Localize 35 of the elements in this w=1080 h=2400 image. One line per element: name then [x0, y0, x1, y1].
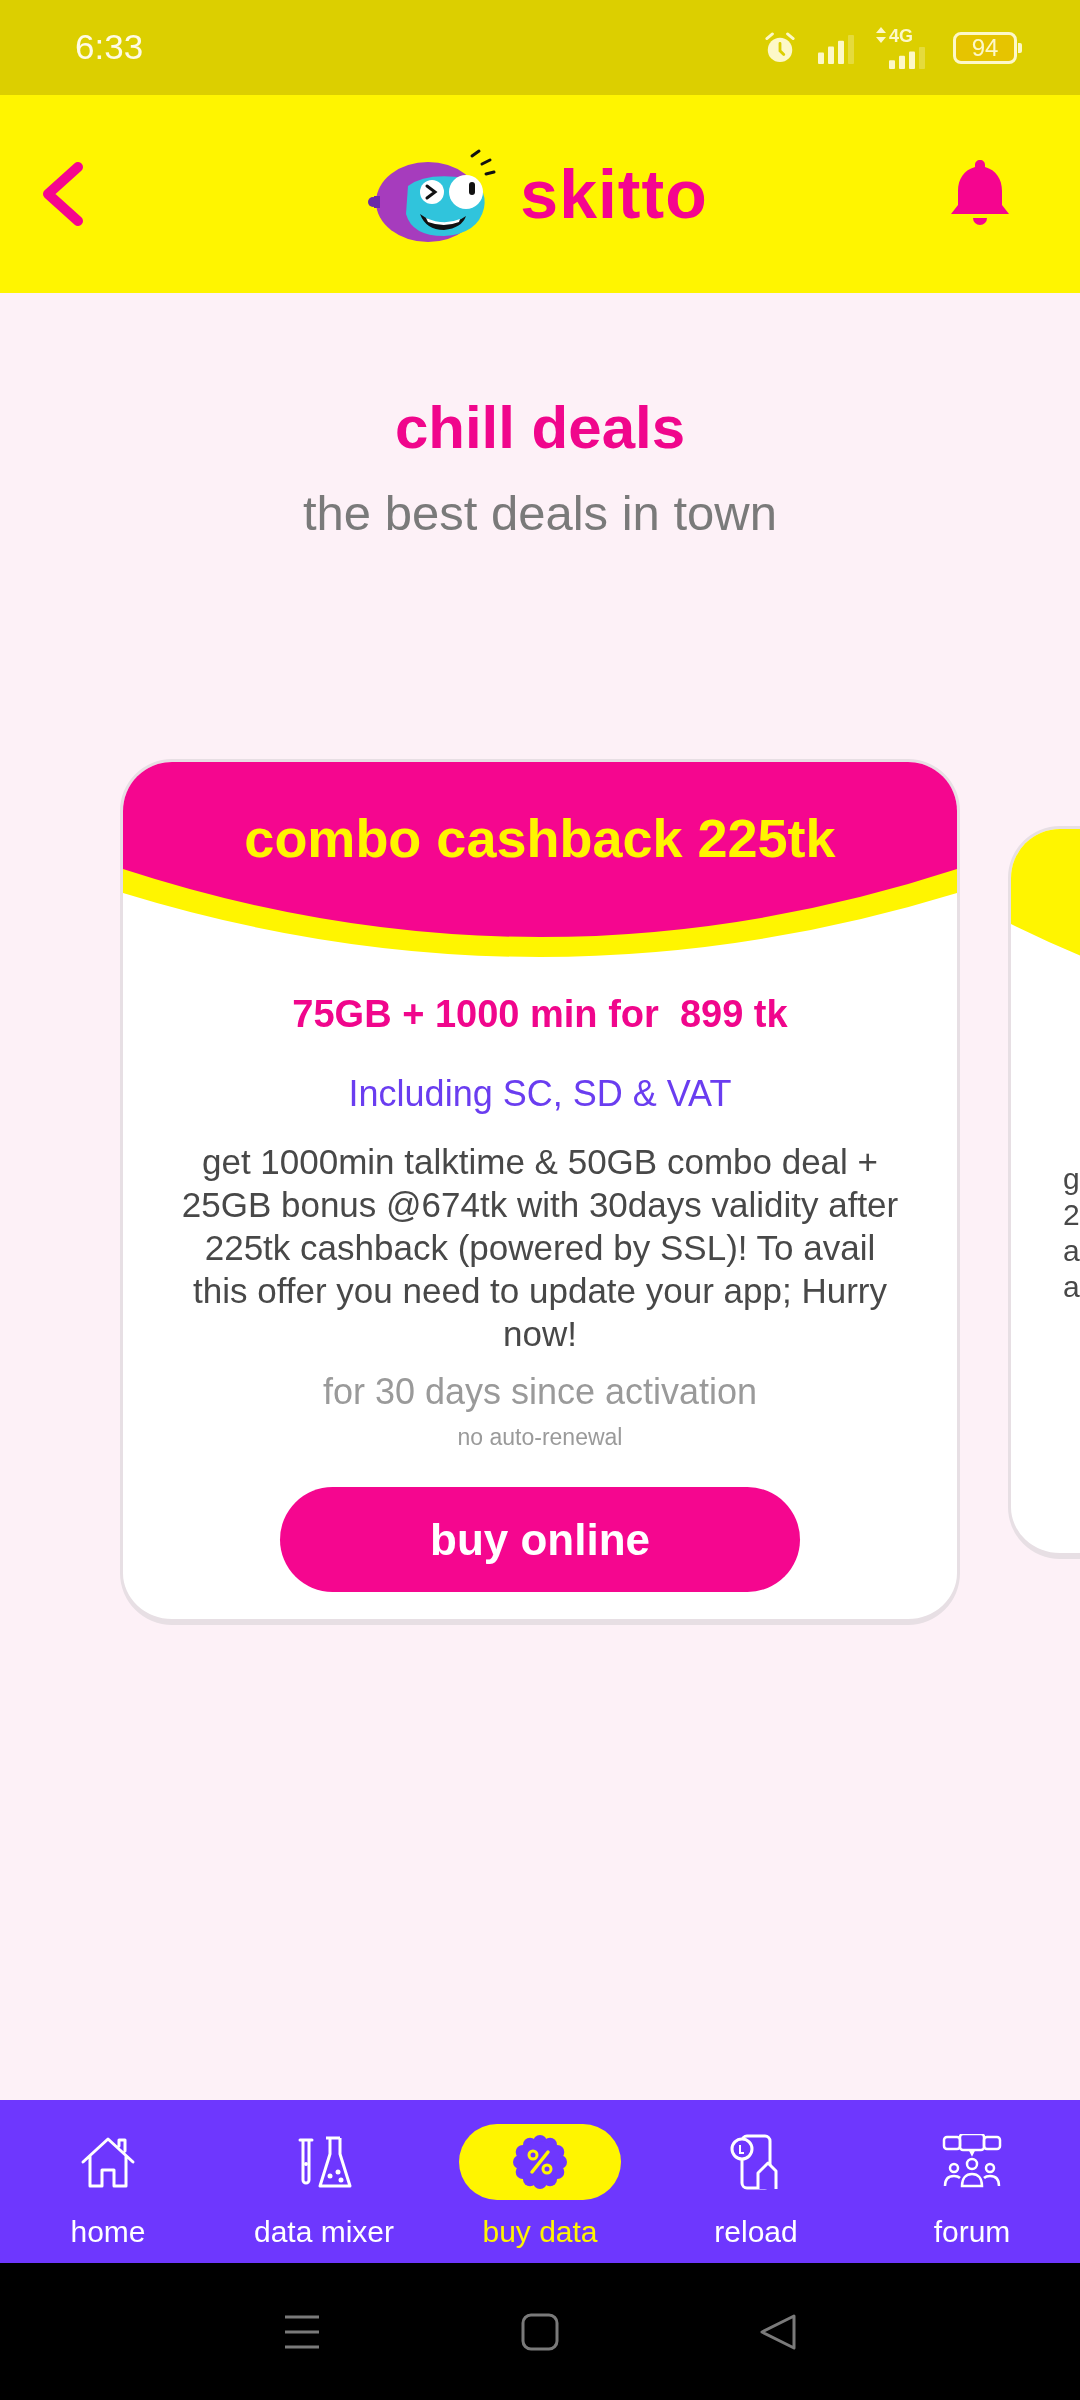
- square-icon: [521, 2312, 559, 2351]
- brand-logo-text: skitto: [520, 160, 708, 228]
- description-fragment: g: [1063, 1160, 1080, 1197]
- nav-tab[interactable]: buy data: [432, 2100, 648, 2263]
- description-fragment: 2: [1063, 1196, 1080, 1233]
- description-fragment: a: [1063, 1232, 1080, 1269]
- data-arrows-icon: [876, 26, 886, 43]
- page-subtitle: the best deals in town: [302, 485, 778, 542]
- nav-tab[interactable]: home: [0, 2100, 216, 2263]
- nav-tab[interactable]: forum: [864, 2100, 1080, 2263]
- offer-title: combo cashback 225tk: [244, 807, 836, 870]
- offer-description: get 1000min talktime & 50GB combo deal + 25GB bonus @674tk with 30days validity after 225tk cashback (powered by SSL)! To avail this offer you need to update your app; Hurry now!: [180, 1141, 900, 1355]
- triangle-back-icon: [759, 2312, 797, 2351]
- page-title: chill deals: [393, 393, 687, 463]
- signal-icon: [889, 46, 925, 69]
- network-type: 4G: [889, 26, 913, 45]
- chat-group-icon: [942, 2134, 1002, 2190]
- renewal-note: no auto-renewal: [456, 1423, 624, 1452]
- back-nav-button[interactable]: [759, 2312, 797, 2351]
- description-fragment: a: [1063, 1268, 1080, 1305]
- lab-flask-icon: [296, 2134, 352, 2190]
- buy-online-button[interactable]: buy online: [280, 1487, 800, 1592]
- offer-price: 75GB + 1000 min for 899 tk: [291, 992, 789, 1037]
- percent-badge-icon: [512, 2134, 568, 2190]
- clock-time: 6:33: [75, 26, 144, 69]
- signal-icon: [818, 35, 854, 64]
- tax-note: Including SC, SD & VAT: [347, 1072, 733, 1116]
- nav-tab[interactable]: reload: [648, 2100, 864, 2263]
- home-button[interactable]: [521, 2312, 559, 2351]
- validity-text: for 30 days since activation: [321, 1370, 759, 1414]
- back-button[interactable]: [40, 161, 86, 227]
- nav-tab[interactable]: data mixer: [216, 2100, 432, 2263]
- chevron-left-icon: [40, 161, 86, 227]
- alarm-icon: [764, 31, 796, 64]
- battery-indicator: 94: [953, 31, 1022, 64]
